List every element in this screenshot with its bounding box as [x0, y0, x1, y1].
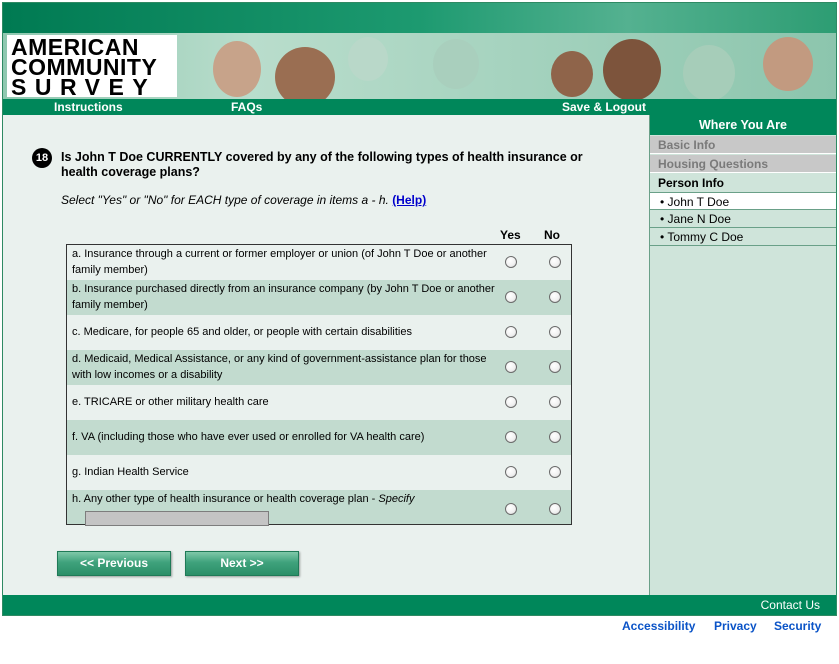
radio-g-no[interactable] — [549, 466, 561, 478]
coverage-row-label: h. Any other type of health insurance or… — [72, 491, 497, 507]
header-banner: AMERICAN COMMUNITY SURVEY — [3, 33, 836, 99]
privacy-link[interactable]: Privacy — [714, 619, 757, 633]
security-link[interactable]: Security — [774, 619, 821, 633]
acs-logo: AMERICAN COMMUNITY SURVEY — [7, 35, 177, 99]
question-panel: 18 Is John T Doe CURRENTLY covered by an… — [3, 115, 649, 595]
logo-line-3: SURVEY — [11, 74, 157, 99]
coverage-grid: a. Insurance through a current or former… — [66, 244, 572, 526]
radio-f-no[interactable] — [549, 431, 561, 443]
nav-instructions-link[interactable]: Instructions — [54, 100, 123, 114]
sidebar-item-basic-info: Basic Info — [650, 136, 836, 154]
radio-a-no[interactable] — [549, 256, 561, 268]
nav-faqs-link[interactable]: FAQs — [231, 100, 262, 114]
question-text: Is John T Doe CURRENTLY covered by any o… — [61, 150, 583, 179]
radio-h-yes[interactable] — [505, 503, 517, 515]
specify-label: Specify — [378, 493, 415, 505]
contact-us-link[interactable]: Contact Us — [761, 598, 820, 612]
where-you-are-sidebar: Where You Are Basic Info Housing Questio… — [649, 115, 836, 595]
banner-photo-face — [213, 41, 261, 97]
coverage-row-g: g. Indian Health Service — [67, 455, 571, 490]
coverage-row-label: a. Insurance through a current or former… — [72, 248, 487, 276]
instruction-text: Select "Yes" or "No" for EACH type of co… — [61, 193, 389, 207]
radio-c-yes[interactable] — [505, 326, 517, 338]
sidebar-item-housing: Housing Questions — [650, 155, 836, 173]
coverage-row-label: d. Medicaid, Medical Assistance, or any … — [72, 353, 487, 381]
coverage-row-label: f. VA (including those who have ever use… — [72, 431, 425, 443]
coverage-row-c: c. Medicare, for people 65 and older, or… — [67, 315, 571, 350]
coverage-row-label: e. TRICARE or other military health care — [72, 396, 269, 408]
coverage-row-label: c. Medicare, for people 65 and older, or… — [72, 326, 412, 338]
coverage-row-h: h. Any other type of health insurance or… — [67, 490, 571, 526]
nav-bar: Instructions FAQs Save & Logout — [3, 99, 836, 115]
coverage-row-d: d. Medicaid, Medical Assistance, or any … — [67, 350, 571, 385]
coverage-row-e: e. TRICARE or other military health care — [67, 385, 571, 420]
sidebar-title: Where You Are — [650, 115, 836, 135]
accessibility-link[interactable]: Accessibility — [622, 619, 695, 633]
sidebar-item-person-info: Person Info — [650, 174, 836, 192]
previous-button[interactable]: << Previous — [57, 551, 171, 576]
sidebar-person-john[interactable]: • John T Doe — [650, 192, 836, 210]
radio-b-yes[interactable] — [505, 291, 517, 303]
column-header-no: No — [544, 228, 560, 242]
radio-d-no[interactable] — [549, 361, 561, 373]
column-header-yes: Yes — [500, 228, 521, 242]
radio-e-no[interactable] — [549, 396, 561, 408]
radio-c-no[interactable] — [549, 326, 561, 338]
question-number-badge: 18 — [32, 148, 52, 168]
survey-window: AMERICAN COMMUNITY SURVEY Instructions F… — [2, 2, 837, 616]
question-instruction: Select "Yes" or "No" for EACH type of co… — [61, 193, 426, 207]
sidebar-person-tommy[interactable]: • Tommy C Doe — [650, 228, 836, 246]
footer-bar: Contact Us — [3, 595, 836, 615]
radio-g-yes[interactable] — [505, 466, 517, 478]
coverage-row-h-text: h. Any other type of health insurance or… — [72, 493, 379, 505]
coverage-row-f: f. VA (including those who have ever use… — [67, 420, 571, 455]
specify-input[interactable] — [85, 511, 269, 526]
banner-photo-face — [603, 39, 661, 99]
sidebar-person-jane[interactable]: • Jane N Doe — [650, 210, 836, 228]
coverage-row-a: a. Insurance through a current or former… — [67, 245, 571, 280]
coverage-row-b: b. Insurance purchased directly from an … — [67, 280, 571, 315]
top-bar — [3, 3, 836, 33]
help-link[interactable]: (Help) — [392, 193, 426, 207]
banner-photo-face — [551, 51, 593, 97]
coverage-row-label: g. Indian Health Service — [72, 466, 189, 478]
banner-photo-face — [433, 39, 479, 89]
radio-h-no[interactable] — [549, 503, 561, 515]
coverage-row-label: b. Insurance purchased directly from an … — [72, 283, 495, 311]
banner-photo-face — [763, 37, 813, 91]
radio-e-yes[interactable] — [505, 396, 517, 408]
banner-photo-face — [683, 45, 735, 99]
radio-a-yes[interactable] — [505, 256, 517, 268]
radio-f-yes[interactable] — [505, 431, 517, 443]
radio-b-no[interactable] — [549, 291, 561, 303]
banner-photo-face — [348, 37, 388, 81]
nav-save-logout-link[interactable]: Save & Logout — [562, 100, 646, 114]
banner-photo-face — [275, 47, 335, 99]
next-button[interactable]: Next >> — [185, 551, 299, 576]
radio-d-yes[interactable] — [505, 361, 517, 373]
